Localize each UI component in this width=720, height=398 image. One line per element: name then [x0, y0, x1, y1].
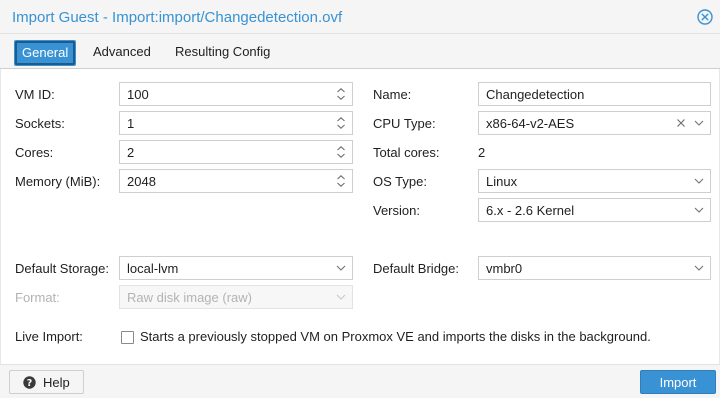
format-value: Raw disk image (raw) — [127, 290, 252, 305]
live-import-description: Starts a previously stopped VM on Proxmo… — [140, 329, 651, 344]
os-type-select[interactable]: Linux — [478, 169, 711, 193]
version-value: 6.x - 2.6 Kernel — [486, 203, 575, 218]
chevron-down-icon[interactable] — [334, 261, 348, 275]
svg-text:?: ? — [27, 378, 33, 389]
general-panel: VM ID: 100 Sockets: 1 Cores: 2 Memory (M… — [0, 69, 720, 364]
name-label: Name: — [373, 87, 412, 102]
vmid-label: VM ID: — [15, 87, 55, 102]
tab-resulting-config[interactable]: Resulting Config — [170, 41, 275, 65]
memory-label: Memory (MiB): — [15, 174, 101, 189]
live-import-label: Live Import: — [15, 329, 83, 344]
dialog-footer: ? Help Import — [0, 364, 720, 398]
cpu-type-select[interactable]: x86-64-v2-AES — [478, 111, 711, 135]
tab-bar: General Advanced Resulting Config — [0, 34, 720, 69]
total-cores-label: Total cores: — [373, 145, 440, 160]
help-label: Help — [43, 375, 70, 390]
live-import-checkbox[interactable] — [121, 331, 134, 344]
import-button[interactable]: Import — [640, 370, 716, 394]
clear-icon[interactable] — [674, 116, 688, 130]
cores-value: 2 — [127, 145, 135, 160]
vmid-input[interactable]: 100 — [119, 82, 353, 106]
os-type-value: Linux — [486, 174, 518, 189]
default-storage-select[interactable]: local-lvm — [119, 256, 353, 280]
cpu-type-label: CPU Type: — [373, 116, 436, 131]
close-icon[interactable] — [696, 8, 714, 26]
default-storage-value: local-lvm — [127, 261, 179, 276]
sockets-input[interactable]: 1 — [119, 111, 353, 135]
dialog-header: Import Guest - Import:import/Changedetec… — [0, 0, 720, 34]
spinner-icon[interactable] — [334, 174, 348, 188]
chevron-down-icon[interactable] — [692, 261, 706, 275]
chevron-down-icon — [334, 290, 348, 304]
os-type-label: OS Type: — [373, 174, 427, 189]
tab-general[interactable]: General — [13, 40, 77, 66]
spinner-icon[interactable] — [334, 87, 348, 101]
chevron-down-icon[interactable] — [692, 203, 706, 217]
version-select[interactable]: 6.x - 2.6 Kernel — [478, 198, 711, 222]
default-storage-label: Default Storage: — [15, 261, 109, 276]
memory-input[interactable]: 2048 — [119, 169, 353, 193]
cores-label: Cores: — [15, 145, 54, 160]
name-input[interactable]: Changedetection — [478, 82, 711, 106]
chevron-down-icon[interactable] — [692, 174, 706, 188]
dialog-title: Import Guest - Import:import/Changedetec… — [12, 9, 343, 26]
spinner-icon[interactable] — [334, 145, 348, 159]
default-bridge-select[interactable]: vmbr0 — [478, 256, 711, 280]
question-circle-icon: ? — [23, 376, 36, 389]
import-label: Import — [659, 375, 697, 390]
help-button[interactable]: ? Help — [9, 370, 84, 394]
memory-value: 2048 — [127, 174, 156, 189]
format-select: Raw disk image (raw) — [119, 285, 353, 309]
chevron-down-icon[interactable] — [692, 116, 706, 130]
total-cores-value: 2 — [478, 145, 486, 160]
spinner-icon[interactable] — [334, 116, 348, 130]
name-value: Changedetection — [486, 87, 585, 102]
version-label: Version: — [373, 203, 420, 218]
vmid-value: 100 — [127, 87, 149, 102]
format-label: Format: — [15, 290, 60, 305]
tab-advanced[interactable]: Advanced — [88, 41, 156, 65]
default-bridge-label: Default Bridge: — [373, 261, 459, 276]
default-bridge-value: vmbr0 — [486, 261, 523, 276]
cpu-type-value: x86-64-v2-AES — [486, 116, 575, 131]
cores-input[interactable]: 2 — [119, 140, 353, 164]
sockets-value: 1 — [127, 116, 135, 131]
sockets-label: Sockets: — [15, 116, 65, 131]
